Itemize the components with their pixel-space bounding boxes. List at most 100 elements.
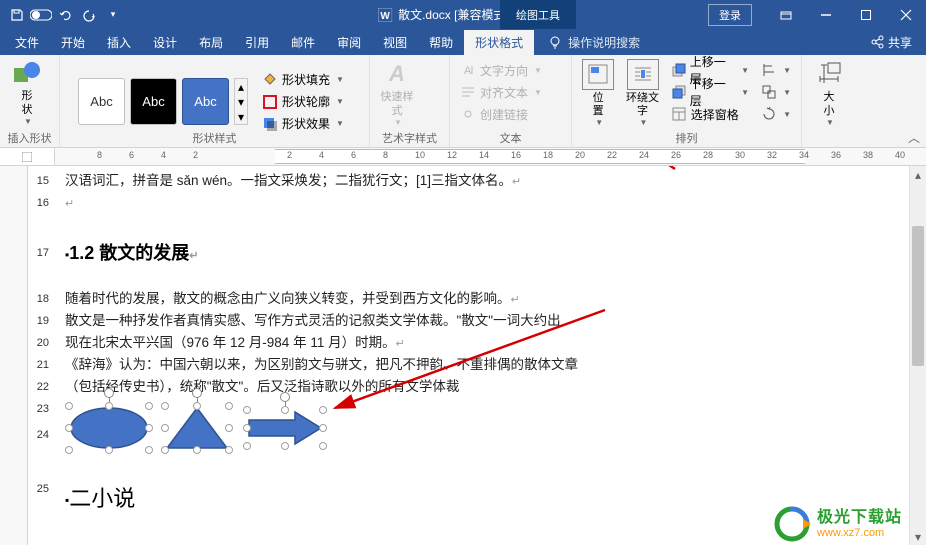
- ruler-number: 8: [383, 150, 388, 160]
- minimize-icon[interactable]: [806, 0, 846, 29]
- group-objects-button[interactable]: ▼: [757, 81, 795, 103]
- size-button[interactable]: 大 小 ▼: [808, 57, 850, 127]
- tab-help[interactable]: 帮助: [418, 30, 464, 55]
- body-text: 散文是一种抒发作者真情实感、写作方式灵活的记叙类文学体裁。"散文"一词大约出: [65, 313, 561, 328]
- ruler-corner[interactable]: [0, 148, 55, 165]
- share-label: 共享: [888, 34, 912, 51]
- tab-file[interactable]: 文件: [4, 30, 50, 55]
- send-backward-button[interactable]: 下移一层▼: [667, 81, 753, 103]
- autosave-toggle[interactable]: [30, 4, 52, 26]
- shape-style-gallery[interactable]: Abc Abc Abc ▴▾▾: [78, 78, 248, 125]
- tab-references[interactable]: 引用: [234, 30, 280, 55]
- heading-text: 1.2 散文的发展: [69, 243, 189, 263]
- save-icon[interactable]: [6, 4, 28, 26]
- selection-pane-button[interactable]: 选择窗格: [667, 103, 753, 125]
- collapse-ribbon-icon[interactable]: ︿: [906, 129, 922, 145]
- ruler-row: 8642246810121416182022242628303234363840…: [0, 148, 926, 166]
- ruler-number: 2: [193, 150, 198, 160]
- word-icon: W: [378, 8, 392, 22]
- line-number: 22: [28, 376, 55, 398]
- tab-insert[interactable]: 插入: [96, 30, 142, 55]
- wordart-label: 快速样式: [376, 91, 418, 117]
- paragraph-mark: ↵: [396, 338, 405, 350]
- line-number: 17: [28, 232, 55, 274]
- rotate-handle[interactable]: [280, 392, 290, 402]
- ruler-number: 28: [703, 150, 713, 160]
- ruler-number: 30: [735, 150, 745, 160]
- line-number: 19: [28, 310, 55, 332]
- shape-style-1[interactable]: Abc: [78, 78, 125, 125]
- tab-mail[interactable]: 邮件: [280, 30, 326, 55]
- redo-icon[interactable]: [78, 4, 100, 26]
- shape-arrow[interactable]: [247, 410, 323, 446]
- selected-shapes-row: [69, 402, 906, 458]
- wrap-text-button[interactable]: 环绕文 字 ▼: [622, 57, 662, 127]
- paragraph-mark: ↵: [65, 198, 74, 210]
- tab-design[interactable]: 设计: [142, 30, 188, 55]
- tab-shape-format[interactable]: 形状格式: [464, 30, 534, 55]
- rotate-objects-button[interactable]: ▼: [757, 103, 795, 125]
- shape-ellipse[interactable]: [69, 406, 149, 450]
- tab-review[interactable]: 审阅: [326, 30, 372, 55]
- ruler-number: 6: [351, 150, 356, 160]
- undo-icon[interactable]: [54, 4, 76, 26]
- shape-style-3[interactable]: Abc: [182, 78, 229, 125]
- shape-outline-button[interactable]: 形状轮廓▼: [258, 91, 348, 113]
- tab-home[interactable]: 开始: [50, 30, 96, 55]
- scroll-down-icon[interactable]: ▾: [910, 528, 926, 545]
- vertical-ruler[interactable]: [0, 166, 28, 545]
- ruler-number: 40: [895, 150, 905, 160]
- gallery-expand[interactable]: ▴▾▾: [234, 78, 248, 125]
- align-icon: [761, 62, 777, 78]
- group-label-text: 文本: [450, 129, 571, 147]
- position-icon: [582, 59, 614, 90]
- ruler-number: 16: [511, 150, 521, 160]
- size-icon: [814, 59, 844, 89]
- tell-me-search[interactable]: 操作说明搜索: [538, 30, 650, 55]
- horizontal-ruler[interactable]: 8642246810121416182022242628303234363840…: [55, 148, 926, 165]
- vertical-scrollbar[interactable]: ▴ ▾: [909, 166, 926, 545]
- maximize-icon[interactable]: [846, 0, 886, 29]
- menu-bar: 文件 开始 插入 设计 布局 引用 邮件 审阅 视图 帮助 形状格式 操作说明搜…: [0, 29, 926, 55]
- position-button[interactable]: 位 置 ▼: [578, 57, 618, 127]
- group-label-wordart: 艺术字样式: [370, 129, 449, 147]
- page-content[interactable]: 汉语词汇，拼音是 sǎn wén。一指文采焕发；二指犹行文；[1]三指文体名。↵…: [55, 166, 926, 545]
- line-number: 18: [28, 288, 55, 310]
- align-objects-button[interactable]: ▼: [757, 59, 795, 81]
- rotate-handle[interactable]: [192, 388, 202, 398]
- tab-view[interactable]: 视图: [372, 30, 418, 55]
- shape-fill-button[interactable]: 形状填充▼: [258, 69, 348, 91]
- wrap-label: 环绕文 字: [626, 92, 659, 118]
- size-label: 大 小: [824, 91, 835, 117]
- share-button[interactable]: 共享: [860, 30, 922, 55]
- line-numbers: 15 16 17 18 19 20 21 22 23 24 25: [28, 166, 55, 545]
- insert-shape-button[interactable]: 形 状 ▼: [6, 57, 48, 127]
- ruler-number: 34: [799, 150, 809, 160]
- login-button[interactable]: 登录: [708, 4, 752, 26]
- watermark-url: www.xz7.com: [817, 527, 902, 539]
- ruler-number: 10: [415, 150, 425, 160]
- rotate-handle[interactable]: [104, 388, 114, 398]
- shapes-icon: [12, 60, 42, 88]
- ruler-number: 32: [767, 150, 777, 160]
- ruler-number: 18: [543, 150, 553, 160]
- text-direction-button: A文字方向▼: [456, 59, 546, 81]
- paragraph-mark: ↵: [189, 250, 198, 262]
- close-icon[interactable]: [886, 0, 926, 29]
- scroll-up-icon[interactable]: ▴: [910, 166, 926, 183]
- svg-text:W: W: [380, 11, 390, 22]
- shape-triangle[interactable]: [165, 406, 229, 450]
- text-dir-icon: A: [460, 62, 476, 78]
- wrap-icon: [627, 59, 659, 90]
- scroll-thumb[interactable]: [912, 226, 924, 366]
- shape-style-2[interactable]: Abc: [130, 78, 177, 125]
- pane-icon: [671, 106, 687, 122]
- body-text: 随着时代的发展，散文的概念由广义向狭义转变，并受到西方文化的影响。: [65, 291, 511, 306]
- ribbon-display-icon[interactable]: [766, 0, 806, 29]
- qat-more-icon[interactable]: ▾: [102, 4, 124, 26]
- ruler-number: 8: [97, 150, 102, 160]
- forward-icon: [671, 62, 686, 78]
- tab-layout[interactable]: 布局: [188, 30, 234, 55]
- ruler-number: 36: [831, 150, 841, 160]
- insert-shape-label: 形 状: [22, 90, 33, 116]
